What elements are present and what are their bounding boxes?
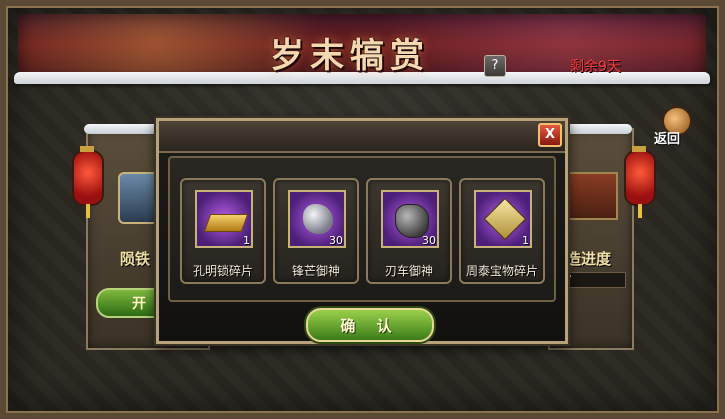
reward-item[interactable]: 1 周泰宝物碎片 — [459, 178, 545, 284]
item-count: 30 — [329, 234, 343, 247]
progress-field: 7 — [560, 272, 626, 288]
item-count: 1 — [243, 234, 250, 247]
lantern-icon — [72, 146, 104, 218]
item-name: 锋芒御神 — [291, 264, 340, 278]
page-title: 岁末犒赏 — [270, 36, 430, 76]
right-panel-label: 造进度 — [566, 250, 612, 268]
item-name: 周泰宝物碎片 — [465, 264, 538, 278]
item-name: 孔明锁碎片 — [192, 264, 253, 278]
reward-item[interactable]: 30 锋芒御神 — [273, 178, 359, 284]
lantern-icon — [624, 146, 656, 218]
city-icon — [564, 172, 618, 220]
back-button[interactable]: 返回 — [652, 106, 692, 147]
confirm-label: 确 认 — [340, 317, 400, 335]
open-button-label: 开 — [132, 296, 146, 312]
reward-item[interactable]: 1 孔明锁碎片 — [180, 178, 266, 284]
confirm-button[interactable]: 确 认 — [306, 308, 434, 342]
dialog-header — [159, 121, 565, 153]
back-label: 返回 — [654, 132, 681, 147]
item-count: 30 — [422, 234, 436, 247]
item-name: 刃车御神 — [384, 264, 433, 278]
days-remaining: 剩余9天 — [570, 59, 621, 75]
help-button[interactable]: ? — [484, 55, 506, 77]
left-panel-label: 陨铁 — [120, 250, 151, 268]
reward-item[interactable]: 30 刃车御神 — [366, 178, 452, 284]
item-count: 1 — [522, 234, 529, 247]
close-button[interactable]: X — [538, 123, 562, 147]
